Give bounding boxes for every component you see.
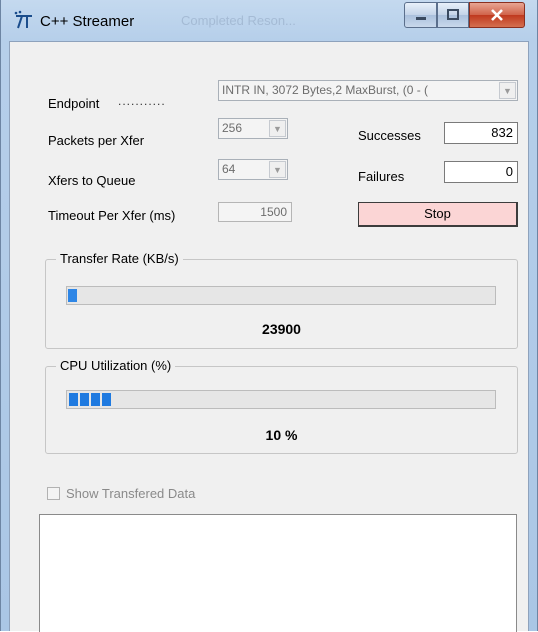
failures-field[interactable]: 0 xyxy=(444,161,518,183)
packets-label: Packets per Xfer xyxy=(48,133,145,148)
show-data-checkbox[interactable]: Show Transfered Data xyxy=(47,486,195,501)
cpu-segment xyxy=(69,393,78,406)
endpoint-value: INTR IN, 3072 Bytes,2 MaxBurst, (0 - ( xyxy=(222,83,429,97)
endpoint-dots: ........... xyxy=(118,94,166,108)
checkbox-icon[interactable] xyxy=(47,487,60,500)
packets-select[interactable]: 256 ▼ xyxy=(218,118,288,139)
endpoint-label: Endpoint xyxy=(48,96,100,111)
client-area: Endpoint ........... INTR IN, 3072 Bytes… xyxy=(9,41,529,632)
app-icon xyxy=(14,10,32,29)
stop-button[interactable]: Stop xyxy=(358,202,518,227)
minimize-icon xyxy=(415,17,426,20)
background-title-text: Completed Reson... xyxy=(181,13,296,28)
cpu-utilization-label: CPU Utilization (%) xyxy=(56,358,176,373)
failures-label: Failures xyxy=(358,169,405,184)
cpu-segment xyxy=(91,393,100,406)
cpu-utilization-group: CPU Utilization (%) 10 % xyxy=(45,358,518,454)
successes-label: Successes xyxy=(358,128,421,143)
transfer-rate-label: Transfer Rate (KB/s) xyxy=(56,251,183,266)
cpu-segment xyxy=(80,393,89,406)
show-data-label: Show Transfered Data xyxy=(66,486,196,501)
transfer-rate-bar xyxy=(66,286,496,305)
data-output-area[interactable] xyxy=(39,514,517,632)
transfer-rate-value: 23900 xyxy=(262,321,301,337)
successes-field[interactable]: 832 xyxy=(444,122,518,144)
timeout-field[interactable]: 1500 xyxy=(218,202,292,222)
minimize-button[interactable] xyxy=(404,2,437,28)
chevron-down-icon[interactable]: ▼ xyxy=(269,120,286,137)
transfer-rate-group: Transfer Rate (KB/s) 23900 xyxy=(45,251,518,349)
chevron-down-icon[interactable]: ▼ xyxy=(499,82,516,99)
queue-label: Xfers to Queue xyxy=(48,173,136,188)
packets-value: 256 xyxy=(222,121,243,135)
cpu-utilization-value: 10 % xyxy=(265,427,298,443)
maximize-icon xyxy=(447,9,459,20)
cpu-utilization-bar xyxy=(66,390,496,409)
cpu-segment xyxy=(102,393,111,406)
queue-select[interactable]: 64 ▼ xyxy=(218,159,288,180)
title-bar[interactable]: C++ Streamer Completed Reson... xyxy=(1,0,537,40)
app-window: C++ Streamer Completed Reson... Endpoint… xyxy=(0,0,538,632)
timeout-label: Timeout Per Xfer (ms) xyxy=(48,208,176,223)
transfer-rate-fill xyxy=(68,289,77,302)
close-button[interactable] xyxy=(469,2,525,28)
chevron-down-icon[interactable]: ▼ xyxy=(269,161,286,178)
close-icon xyxy=(491,9,503,21)
maximize-button[interactable] xyxy=(437,2,469,28)
window-title: C++ Streamer xyxy=(40,13,135,30)
endpoint-select[interactable]: INTR IN, 3072 Bytes,2 MaxBurst, (0 - ( ▼ xyxy=(218,80,518,101)
queue-value: 64 xyxy=(222,162,236,176)
